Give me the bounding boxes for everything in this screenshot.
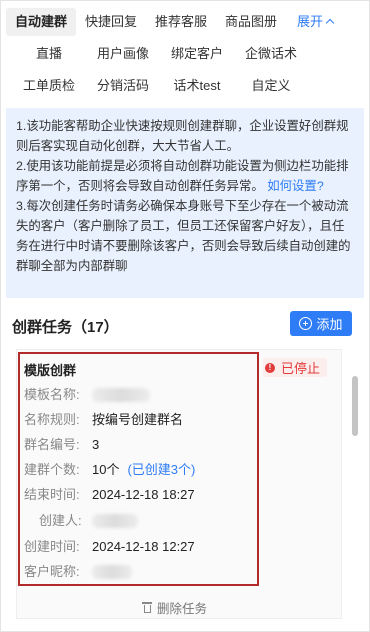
field-end-time: 结束时间: 2024-12-18 18:27 bbox=[24, 486, 195, 504]
redacted-value bbox=[92, 514, 138, 528]
field-value: 3 bbox=[92, 437, 100, 452]
expand-label: 展开 bbox=[296, 14, 323, 29]
field-template-name: 模板名称: bbox=[24, 386, 150, 404]
field-label: 结束时间: bbox=[24, 487, 80, 502]
tab-custom[interactable]: 自定义 bbox=[234, 72, 308, 100]
field-label: 模板名称: bbox=[24, 387, 80, 402]
field-created-time: 创建时间: 2024-12-18 12:27 bbox=[24, 538, 195, 556]
section-title: 创群任务（17） bbox=[12, 319, 119, 336]
expand-tabs-button[interactable]: 展开 bbox=[286, 8, 344, 36]
tab-user-profile[interactable]: 用户画像 bbox=[86, 40, 160, 68]
field-group-count: 建群个数: 10个 (已创建3个) bbox=[24, 461, 195, 479]
field-value: 2024-12-18 12:27 bbox=[92, 539, 195, 554]
plus-circle-icon bbox=[299, 317, 313, 330]
field-customer-nickname: 客户昵称: bbox=[24, 563, 132, 581]
notice-item-1: 1.该功能客帮助企业快速按规则创建群聊，企业设置好创群规则后客实现自动化创群，大… bbox=[16, 119, 349, 153]
add-label: 添加 bbox=[316, 317, 343, 332]
notice-item-3: 3.每次创建任务时请务必确保本身账号下至少存在一个被动流失的客户（客户删除了员工… bbox=[16, 199, 351, 273]
created-count: (已创建3个) bbox=[127, 462, 196, 477]
field-value: 按编号创建群名 bbox=[92, 412, 184, 427]
tab-auto-group[interactable]: 自动建群 bbox=[6, 8, 76, 36]
tab-bind-customer[interactable]: 绑定客户 bbox=[160, 40, 234, 68]
tab-row-1: 自动建群 快捷回复 推荐客服 商品图册 展开 bbox=[6, 6, 364, 38]
card-title: 模版创群 bbox=[24, 363, 77, 378]
scrollbar-thumb[interactable] bbox=[352, 376, 358, 436]
info-notice: 1.该功能客帮助企业快速按规则创建群聊，企业设置好创群规则后客实现自动化创群，大… bbox=[6, 108, 364, 298]
field-value: 2024-12-18 18:27 bbox=[92, 487, 195, 502]
redacted-value bbox=[92, 565, 132, 579]
tab-script-test[interactable]: 话术test bbox=[160, 72, 234, 100]
chevron-up-icon bbox=[325, 18, 335, 28]
field-group-number: 群名编号: 3 bbox=[24, 436, 99, 454]
tab-wecom-scripts[interactable]: 企微话术 bbox=[234, 40, 308, 68]
feature-tabs: 自动建群 快捷回复 推荐客服 商品图册 展开 直播 用户画像 绑定客户 企微话术… bbox=[6, 6, 364, 102]
delete-task-button[interactable]: 删除任务 bbox=[142, 598, 207, 617]
redacted-value bbox=[92, 388, 150, 402]
tab-recommend-service[interactable]: 推荐客服 bbox=[146, 8, 216, 36]
tab-row-2: 直播 用户画像 绑定客户 企微话术 bbox=[6, 38, 364, 70]
field-creator: 创建人: bbox=[24, 512, 138, 530]
field-value: 10个 bbox=[92, 462, 120, 477]
tab-row-3: 工单质检 分销活码 话术test 自定义 bbox=[6, 70, 364, 102]
how-to-set-link[interactable]: 如何设置? bbox=[267, 179, 323, 193]
field-label: 群名编号: bbox=[24, 437, 80, 452]
field-label: 创建时间: bbox=[24, 539, 80, 554]
field-name-rule: 名称规则: 按编号创建群名 bbox=[24, 411, 183, 429]
tab-distribution-code[interactable]: 分销活码 bbox=[86, 72, 160, 100]
trash-icon bbox=[142, 602, 152, 613]
field-label: 名称规则: bbox=[24, 412, 80, 427]
tab-quick-reply[interactable]: 快捷回复 bbox=[76, 8, 146, 36]
field-label: 创建人: bbox=[39, 513, 82, 528]
status-badge: ! 已停止 bbox=[263, 358, 327, 377]
field-label: 建群个数: bbox=[24, 462, 80, 477]
stop-alert-icon: ! bbox=[265, 362, 275, 373]
status-text: 已停止 bbox=[281, 361, 321, 376]
tab-product-album[interactable]: 商品图册 bbox=[216, 8, 286, 36]
field-label: 客户昵称: bbox=[24, 564, 80, 579]
tab-ticket-qa[interactable]: 工单质检 bbox=[12, 72, 86, 100]
add-task-button[interactable]: 添加 bbox=[290, 311, 352, 336]
delete-label: 删除任务 bbox=[157, 602, 208, 616]
notice-item-2: 2.使用该功能前提是必须将自动创群功能设置为侧边栏功能排序第一个，否则将会导致自… bbox=[16, 156, 356, 196]
tab-live[interactable]: 直播 bbox=[12, 40, 86, 68]
